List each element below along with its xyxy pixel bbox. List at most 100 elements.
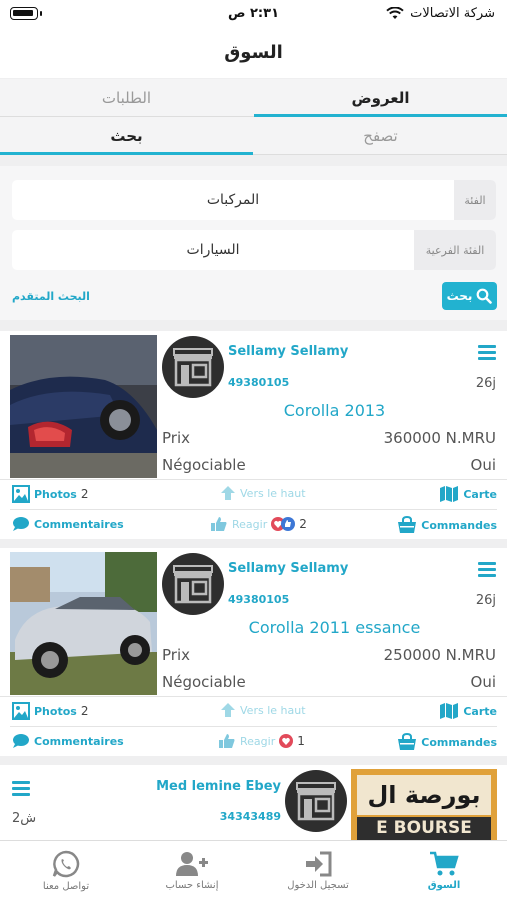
arrow-up-icon xyxy=(221,486,235,500)
map-button[interactable]: Carte xyxy=(439,702,497,720)
tab-search-label: بحث xyxy=(110,127,143,145)
bump-up-label: Vers le haut xyxy=(240,486,306,500)
cart-icon xyxy=(430,851,459,876)
comments-label: Commentaires xyxy=(34,517,124,531)
tab-create-account[interactable]: إنشاء حساب xyxy=(129,841,255,900)
listing-age: 2ش xyxy=(12,811,37,826)
react-button[interactable]: Reagir 2 xyxy=(210,516,307,532)
react-button[interactable]: Reagir 1 xyxy=(218,733,305,749)
price-label: Prix xyxy=(162,429,190,447)
react-label: Reagir xyxy=(232,517,268,531)
orders-label: Commandes xyxy=(421,735,497,749)
search-browse-tabs: بحث تصفح xyxy=(0,117,507,155)
seller-name[interactable]: Sellamy Sellamy xyxy=(228,561,348,576)
photos-button[interactable]: Photos 2 xyxy=(12,702,88,720)
sign-text-latin: E BOURSE xyxy=(357,817,491,840)
photos-count: 2 xyxy=(80,704,89,718)
seller-avatar[interactable] xyxy=(162,553,224,615)
tab-login[interactable]: تسجيل الدخول xyxy=(255,841,381,900)
divider xyxy=(0,696,507,697)
listing-photo[interactable]: بورصة ال E BOURSE xyxy=(351,769,497,840)
carrier-info: شركة الاتصالات xyxy=(386,6,495,21)
negotiable-value: Oui xyxy=(470,673,496,691)
listing-photo[interactable] xyxy=(10,335,157,478)
subcategory-label: الفئة الفرعية xyxy=(414,230,496,270)
map-icon xyxy=(440,703,459,719)
search-button[interactable]: بحث xyxy=(442,282,497,310)
bump-up-button[interactable]: Vers le haut xyxy=(220,485,306,501)
seller-phone[interactable]: 49380105 xyxy=(228,376,289,389)
menu-icon[interactable] xyxy=(478,562,496,577)
listing-title[interactable]: Corolla 2013 xyxy=(162,401,507,420)
arrow-up-icon xyxy=(221,703,235,717)
like-badge-icon xyxy=(281,517,296,531)
listing-card[interactable]: 2ش Mеd lemine Ebey 34343489 بورصة ال E B… xyxy=(0,765,507,840)
listing-title[interactable]: Corolla 2011 essance xyxy=(162,618,507,637)
shopping-bag-icon xyxy=(398,733,417,750)
photos-label: Photos xyxy=(34,487,77,501)
tab-search-underline xyxy=(0,152,253,155)
tab-browse[interactable]: تصفح xyxy=(254,117,507,155)
tab-search[interactable]: بحث xyxy=(0,117,253,155)
listing-card[interactable]: Sellamy Sellamy 49380105 26j Corolla 201… xyxy=(0,548,507,756)
tab-login-label: تسجيل الدخول xyxy=(287,880,349,891)
carrier-name: شركة الاتصالات xyxy=(410,6,495,21)
seller-avatar[interactable] xyxy=(285,770,347,832)
bump-up-label: Vers le haut xyxy=(240,703,306,717)
menu-icon[interactable] xyxy=(478,345,496,360)
tab-market[interactable]: السوق xyxy=(381,841,507,900)
divider xyxy=(10,726,497,727)
image-icon xyxy=(12,702,30,720)
map-label: Carte xyxy=(463,487,497,501)
price-value: 250000 N.MRU xyxy=(383,646,496,664)
divider xyxy=(10,509,497,510)
wifi-icon xyxy=(386,7,404,19)
nav-bar: السوق xyxy=(0,30,507,78)
listing-photo[interactable] xyxy=(10,552,157,695)
advanced-search-link[interactable]: البحث المتقدم xyxy=(12,290,90,303)
subcategory-value: السيارات xyxy=(186,242,240,258)
react-label: Reagir xyxy=(240,734,276,748)
menu-icon[interactable] xyxy=(12,781,30,796)
subcategory-select[interactable]: الفئة الفرعية السيارات xyxy=(12,230,496,270)
thumbs-up-icon xyxy=(219,734,235,748)
negotiable-label: Négociable xyxy=(162,456,246,474)
orders-button[interactable]: Commandes xyxy=(397,733,497,751)
tab-create-account-label: إنشاء حساب xyxy=(165,880,219,891)
add-user-icon xyxy=(176,852,208,876)
seller-phone[interactable]: 34343489 xyxy=(220,810,281,823)
category-select[interactable]: الفئة المركبات xyxy=(12,180,496,220)
price-label: Prix xyxy=(162,646,190,664)
tab-requests[interactable]: الطلبات xyxy=(0,79,253,117)
seller-phone[interactable]: 49380105 xyxy=(228,593,289,606)
comments-button[interactable]: Commentaires xyxy=(12,516,124,532)
tab-contact[interactable]: تواصل معنا xyxy=(3,841,129,900)
listing-age: 26j xyxy=(475,593,496,608)
seller-name[interactable]: Sellamy Sellamy xyxy=(228,344,348,359)
react-count: 2 xyxy=(299,517,307,531)
map-button[interactable]: Carte xyxy=(439,485,497,503)
image-icon xyxy=(12,485,30,503)
tab-market-label: السوق xyxy=(427,880,461,891)
search-icon xyxy=(477,288,493,304)
map-label: Carte xyxy=(463,704,497,718)
bump-up-button[interactable]: Vers le haut xyxy=(220,702,306,718)
negotiable-label: Négociable xyxy=(162,673,246,691)
orders-label: Commandes xyxy=(421,518,497,532)
photos-button[interactable]: Photos 2 xyxy=(12,485,88,503)
react-count: 1 xyxy=(297,734,305,748)
comment-icon xyxy=(13,517,29,531)
seller-name[interactable]: Mеd lemine Ebey xyxy=(156,779,281,794)
search-panel: الفئة المركبات الفئة الفرعية السيارات ال… xyxy=(0,166,507,320)
listing-card[interactable]: Sellamy Sellamy 49380105 26j Corolla 201… xyxy=(0,331,507,539)
shopping-bag-icon xyxy=(398,516,417,533)
store-icon xyxy=(173,565,213,604)
store-icon xyxy=(173,348,213,387)
orders-button[interactable]: Commandes xyxy=(397,516,497,534)
map-icon xyxy=(440,486,459,502)
seller-avatar[interactable] xyxy=(162,336,224,398)
tab-offers[interactable]: العروض xyxy=(254,79,507,117)
comments-button[interactable]: Commentaires xyxy=(12,733,124,749)
category-label: الفئة xyxy=(454,180,496,220)
tab-browse-label: تصفح xyxy=(363,127,398,145)
